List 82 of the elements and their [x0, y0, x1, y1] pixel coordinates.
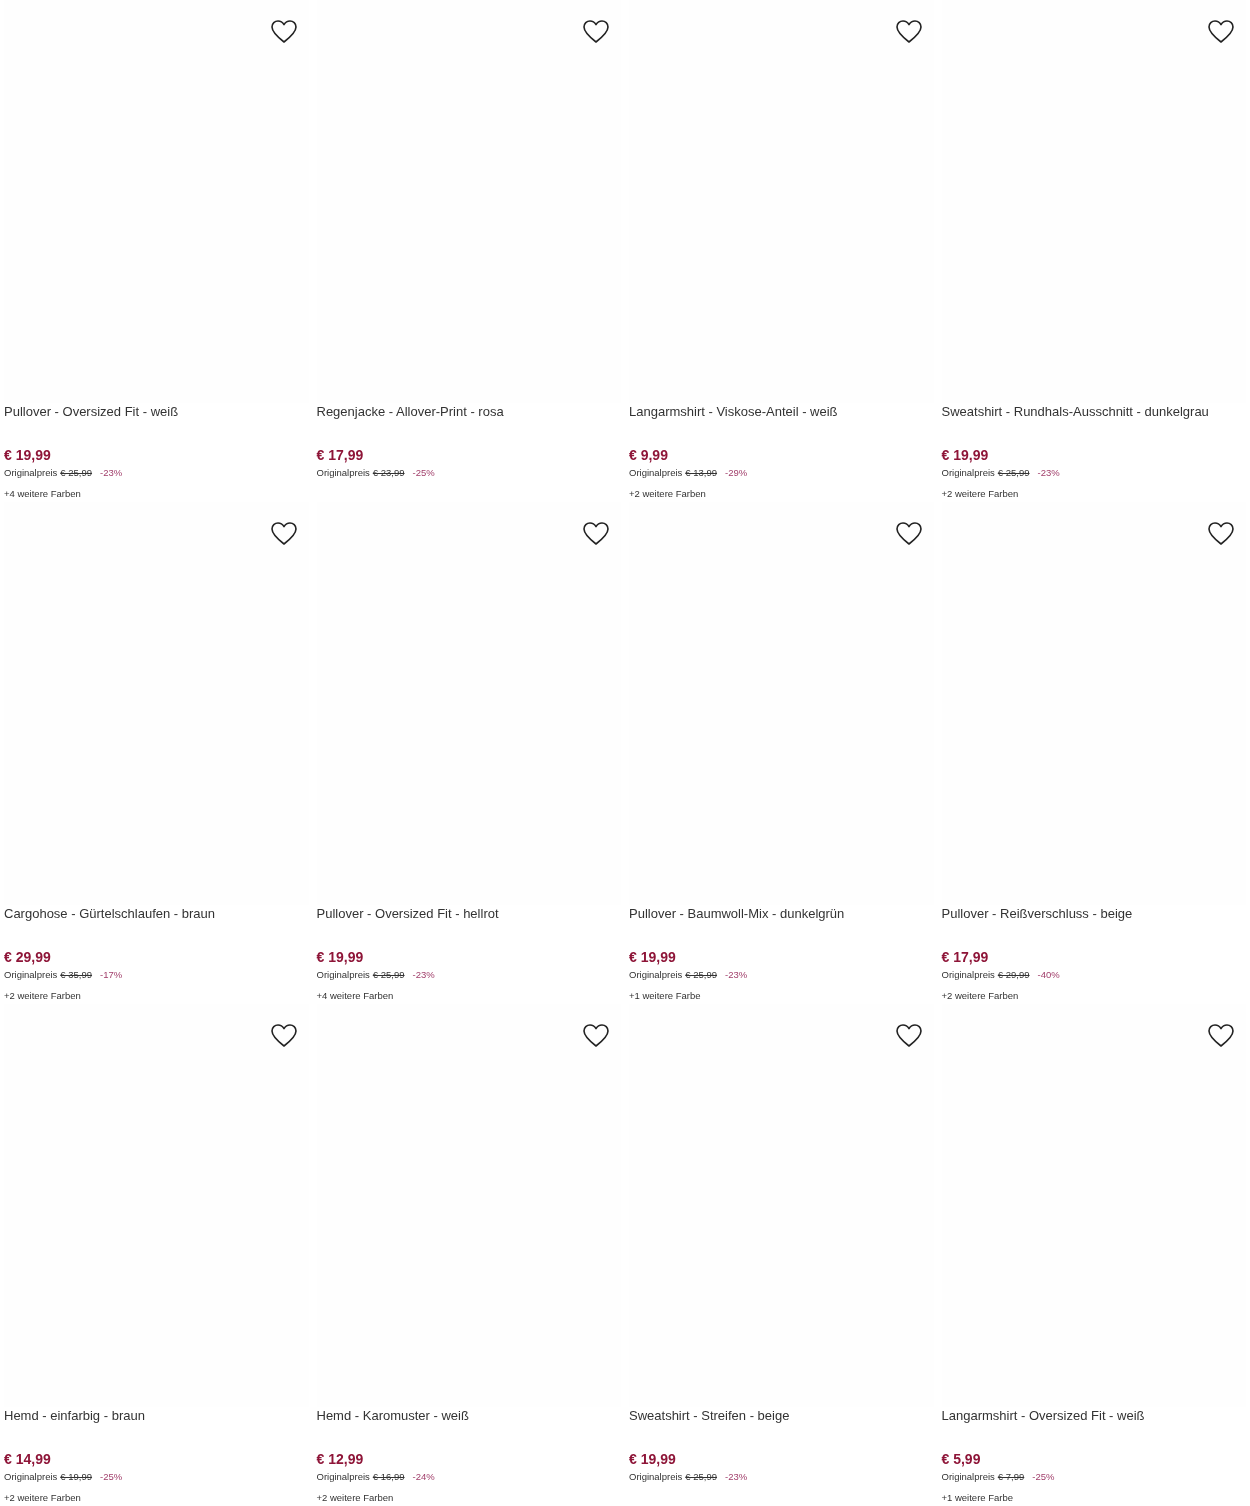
sale-price: € 17,99	[941, 948, 990, 966]
discount: -25%	[1032, 1470, 1055, 1484]
more-colors[interactable]: +2 weitere Farben	[941, 487, 1246, 501]
wishlist-heart-icon[interactable]	[1208, 1024, 1234, 1048]
original-price: € 16,99	[372, 1470, 405, 1484]
more-colors[interactable]: +4 weitere Farben	[4, 487, 309, 501]
original-price-label: Originalpreis	[4, 968, 58, 982]
wishlist-heart-icon[interactable]	[1208, 522, 1234, 546]
wishlist-heart-icon[interactable]	[583, 522, 609, 546]
original-price-label: Originalpreis	[629, 466, 683, 480]
discount: -23%	[100, 466, 123, 480]
wishlist-heart-icon[interactable]	[270, 522, 297, 546]
product-title[interactable]: Sweatshirt - Rundhals-Ausschnitt - dunkelgrau	[941, 403, 1246, 421]
original-price-label: Originalpreis	[941, 1470, 995, 1484]
more-colors[interactable]: +2 weitere Farben	[4, 1491, 309, 1505]
original-price-label: Originalpreis	[4, 1470, 58, 1484]
original-price: € 25,99	[372, 968, 405, 982]
discount: -25%	[412, 466, 435, 480]
wishlist-heart-icon[interactable]	[583, 1024, 609, 1048]
original-price: € 23,99	[372, 466, 405, 480]
more-colors[interactable]: +1 weitere Farbe	[941, 1491, 1246, 1505]
original-price: € 7,99	[997, 1470, 1025, 1484]
original-price: € 35,99	[60, 968, 93, 982]
discount: -25%	[100, 1470, 123, 1484]
sale-price: € 5,99	[941, 1450, 982, 1468]
more-colors[interactable]: +1 weitere Farbe	[629, 989, 934, 1003]
original-price: € 25,99	[997, 466, 1030, 480]
discount: -23%	[725, 968, 748, 982]
sale-price: € 9,99	[629, 446, 669, 464]
wishlist-heart-icon[interactable]	[895, 1024, 922, 1048]
product-title[interactable]: Pullover - Oversized Fit - hellrot	[316, 905, 621, 923]
more-colors[interactable]: +4 weitere Farben	[316, 989, 621, 1003]
original-price: € 25,99	[685, 968, 718, 982]
original-price: € 25,99	[60, 466, 93, 480]
wishlist-heart-icon[interactable]	[583, 20, 609, 44]
product-title[interactable]: Hemd - Karomuster - weiß	[316, 1407, 621, 1425]
more-colors[interactable]: +2 weitere Farben	[941, 989, 1246, 1003]
original-price-label: Originalpreis	[629, 1470, 683, 1484]
product-title[interactable]: Pullover - Reißverschluss - beige	[941, 905, 1246, 923]
original-price-label: Originalpreis	[316, 1470, 370, 1484]
original-price: € 25,99	[685, 1470, 718, 1484]
discount: -17%	[100, 968, 123, 982]
wishlist-heart-icon[interactable]	[895, 522, 922, 546]
original-price: € 13,99	[685, 466, 718, 480]
product-title[interactable]: Pullover - Baumwoll-Mix - dunkelgrün	[629, 905, 934, 923]
product-title[interactable]: Langarmshirt - Oversized Fit - weiß	[941, 1407, 1246, 1425]
original-price-label: Originalpreis	[316, 968, 370, 982]
more-colors[interactable]: +2 weitere Farben	[316, 1491, 621, 1505]
original-price-label: Originalpreis	[4, 466, 58, 480]
wishlist-heart-icon[interactable]	[270, 1024, 297, 1048]
sale-price: € 17,99	[316, 446, 365, 464]
wishlist-heart-icon[interactable]	[895, 20, 922, 44]
original-price-label: Originalpreis	[629, 968, 683, 982]
discount: -40%	[1037, 968, 1060, 982]
discount: -29%	[725, 466, 748, 480]
sale-price: € 12,99	[316, 1450, 365, 1468]
product-title[interactable]: Pullover - Oversized Fit - weiß	[4, 403, 309, 421]
sale-price: € 19,99	[629, 1450, 677, 1468]
sale-price: € 29,99	[4, 948, 52, 966]
discount: -24%	[412, 1470, 435, 1484]
sale-price: € 19,99	[4, 446, 52, 464]
wishlist-heart-icon[interactable]	[270, 20, 297, 44]
discount: -23%	[725, 1470, 748, 1484]
product-title[interactable]: Sweatshirt - Streifen - beige	[629, 1407, 934, 1425]
discount: -23%	[1037, 466, 1060, 480]
sale-price: € 19,99	[941, 446, 990, 464]
discount: -23%	[412, 968, 435, 982]
original-price-label: Originalpreis	[941, 466, 995, 480]
original-price: € 29,99	[997, 968, 1030, 982]
more-colors[interactable]: +2 weitere Farben	[629, 487, 934, 501]
original-price-label: Originalpreis	[941, 968, 995, 982]
original-price-label: Originalpreis	[316, 466, 370, 480]
product-title[interactable]: Regenjacke - Allover-Print - rosa	[316, 403, 621, 421]
original-price: € 19,99	[60, 1470, 93, 1484]
product-title[interactable]: Langarmshirt - Viskose-Anteil - weiß	[629, 403, 934, 421]
product-title[interactable]: Hemd - einfarbig - braun	[4, 1407, 309, 1425]
sale-price: € 19,99	[316, 948, 365, 966]
wishlist-heart-icon[interactable]	[1208, 20, 1234, 44]
sale-price: € 14,99	[4, 1450, 52, 1468]
more-colors[interactable]: +2 weitere Farben	[4, 989, 309, 1003]
product-title[interactable]: Cargohose - Gürtelschlaufen - braun	[4, 905, 309, 923]
sale-price: € 19,99	[629, 948, 677, 966]
